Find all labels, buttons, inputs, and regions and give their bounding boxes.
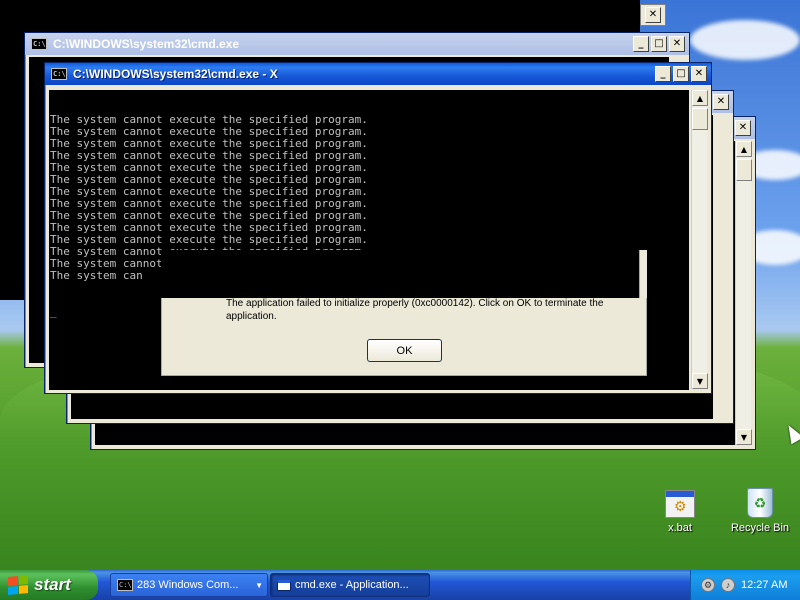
scroll-up-icon[interactable]: ▲ (692, 90, 708, 106)
minimize-icon[interactable]: _ (633, 36, 649, 52)
desktop-cloud (690, 20, 800, 60)
window-title: C:\WINDOWS\system32\cmd.exe - X (73, 67, 278, 81)
clock[interactable]: 12:27 AM (741, 579, 787, 591)
ok-button[interactable]: OK (367, 339, 442, 362)
scroll-up-icon[interactable]: ▲ (736, 141, 752, 157)
start-label: start (34, 575, 71, 594)
cmd-icon: C:\ (117, 579, 133, 591)
scroll-thumb[interactable] (692, 108, 708, 130)
recycle-bin-icon: ♻ (747, 488, 773, 518)
tray-network-icon[interactable]: ⚙ (701, 578, 715, 592)
close-icon[interactable]: ✕ (645, 7, 661, 23)
start-button[interactable]: start (0, 570, 98, 600)
maximize-icon[interactable]: □ (651, 36, 667, 52)
back-window-controls-top: ✕ (640, 4, 666, 26)
minimize-icon[interactable]: _ (655, 66, 671, 82)
taskbar-group-cmd[interactable]: C:\ 283 Windows Com... ▼ (110, 573, 268, 597)
window-controls: _ □ ✕ (633, 36, 685, 52)
scroll-down-icon[interactable]: ▼ (692, 373, 708, 389)
window-controls: _ □ ✕ (655, 66, 707, 82)
batch-file-icon (665, 490, 695, 518)
tray-volume-icon[interactable]: ♪ (721, 578, 735, 592)
scroll-thumb[interactable] (736, 159, 752, 181)
window-controls: ✕ (713, 94, 729, 110)
title-bar[interactable]: C:\ C:\WINDOWS\system32\cmd.exe (25, 33, 689, 55)
desktop-icon-label: Recycle Bin (730, 522, 790, 534)
system-tray: ⚙ ♪ 12:27 AM (690, 570, 800, 600)
vertical-scrollbar[interactable]: ▲ ▼ (735, 141, 752, 445)
task-label: 283 Windows Com... (137, 579, 239, 591)
close-icon[interactable]: ✕ (735, 120, 751, 136)
console-overlap (161, 250, 639, 298)
desktop-icon-recycle-bin[interactable]: ♻ Recycle Bin (728, 488, 792, 534)
close-icon[interactable]: ✕ (713, 94, 729, 110)
desktop-icon-x-bat[interactable]: x.bat (650, 490, 710, 534)
dialog-message: The application failed to initialize pro… (226, 298, 604, 322)
window-controls: ✕ (735, 120, 751, 136)
title-bar[interactable]: C:\ C:\WINDOWS\system32\cmd.exe - X (45, 63, 711, 85)
group-arrow-icon: ▼ (255, 580, 263, 590)
desktop-icon-label: x.bat (668, 522, 692, 534)
close-icon[interactable]: ✕ (669, 36, 685, 52)
taskbar-task-application-error[interactable]: cmd.exe - Application... (270, 573, 430, 597)
taskbar: start C:\ 283 Windows Com... ▼ cmd.exe -… (0, 570, 800, 600)
window-title: C:\WINDOWS\system32\cmd.exe (53, 37, 240, 51)
scroll-down-icon[interactable]: ▼ (736, 429, 752, 445)
dialog-scroll-edge (639, 250, 647, 298)
task-label: cmd.exe - Application... (295, 579, 409, 591)
cmd-icon: C:\ (31, 38, 47, 50)
vertical-scrollbar[interactable]: ▲ ▼ (691, 90, 708, 389)
cmd-icon: C:\ (51, 68, 67, 80)
window-icon (277, 579, 291, 591)
maximize-icon[interactable]: □ (673, 66, 689, 82)
close-icon[interactable]: ✕ (691, 66, 707, 82)
windows-logo-icon (8, 574, 28, 596)
